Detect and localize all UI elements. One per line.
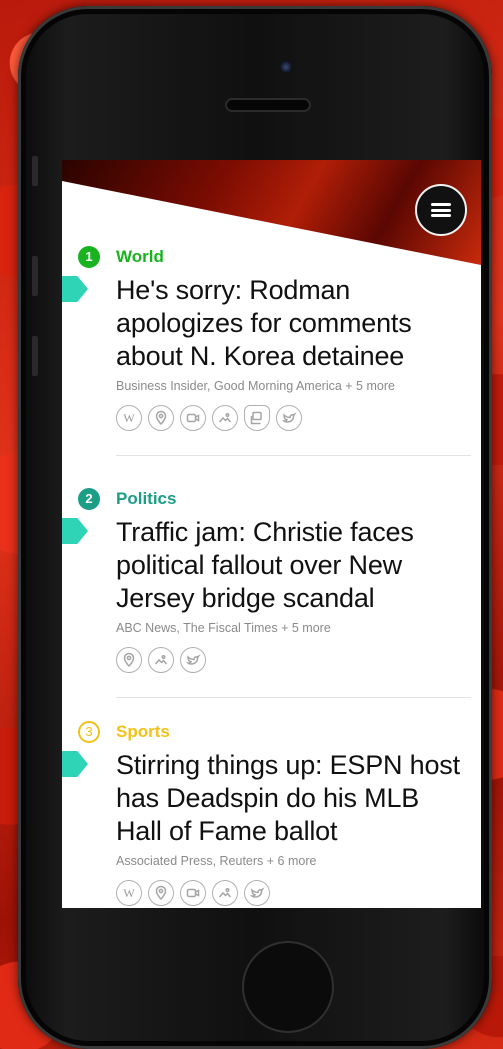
rank-badge: 2 — [78, 488, 100, 510]
wikipedia-icon[interactable]: W — [116, 880, 142, 906]
location-icon[interactable] — [116, 647, 142, 673]
location-icon[interactable] — [148, 405, 174, 431]
photos-icon[interactable] — [212, 405, 238, 431]
app-screen: 1 World He's sorry: Rodman apologizes for … — [62, 160, 481, 908]
related-icon[interactable] — [244, 405, 270, 431]
twitter-icon[interactable] — [180, 647, 206, 673]
video-icon[interactable] — [180, 880, 206, 906]
earpiece-speaker — [225, 98, 311, 112]
photos-icon[interactable] — [148, 647, 174, 673]
article-divider — [116, 697, 471, 698]
wikipedia-icon[interactable]: W — [116, 405, 142, 431]
article-sources[interactable]: ABC News, The Fiscal Times + 5 more — [116, 621, 331, 635]
hamburger-menu-icon — [431, 203, 451, 217]
media-icons-row — [116, 647, 206, 673]
rank-badge: 1 — [78, 246, 100, 268]
photos-icon[interactable] — [212, 880, 238, 906]
rank-badge: 3 — [78, 721, 100, 743]
article-sources[interactable]: Associated Press, Reuters + 6 more — [116, 854, 316, 868]
category-label[interactable]: Politics — [116, 489, 176, 509]
article-divider — [116, 455, 471, 456]
location-icon[interactable] — [148, 880, 174, 906]
home-button[interactable] — [242, 941, 334, 1033]
bookmark-flag-icon — [62, 518, 88, 544]
category-label[interactable]: Sports — [116, 722, 170, 742]
bookmark-flag-icon — [62, 276, 88, 302]
article-sources[interactable]: Business Insider, Good Morning America +… — [116, 379, 395, 393]
category-label[interactable]: World — [116, 247, 164, 267]
volume-up-button — [32, 256, 38, 296]
front-camera — [280, 61, 292, 73]
article-title[interactable]: Stirring things up: ESPN host has Deadsp… — [116, 749, 471, 848]
media-icons-row: W — [116, 880, 270, 906]
bookmark-flag-icon — [62, 751, 88, 777]
mute-switch — [32, 156, 38, 186]
volume-down-button — [32, 336, 38, 376]
menu-button[interactable] — [415, 184, 467, 236]
twitter-icon[interactable] — [244, 880, 270, 906]
twitter-icon[interactable] — [276, 405, 302, 431]
article-title[interactable]: Traffic jam: Christie faces political fa… — [116, 516, 471, 615]
article-title[interactable]: He's sorry: Rodman apologizes for commen… — [116, 274, 471, 373]
media-icons-row: W — [116, 405, 302, 431]
video-icon[interactable] — [180, 405, 206, 431]
